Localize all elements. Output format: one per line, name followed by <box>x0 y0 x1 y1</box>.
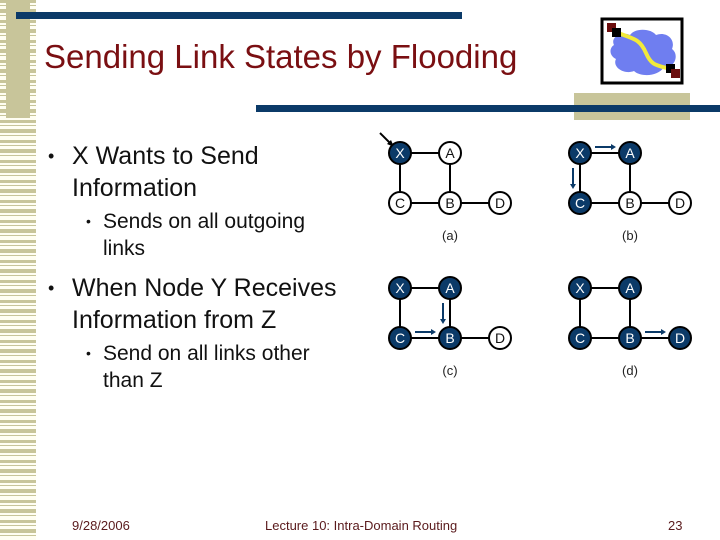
bullet-dot: • <box>86 345 91 361</box>
bullet-text-line: Information <box>72 174 198 202</box>
diagram-caption: (a) <box>442 228 458 243</box>
logo-node-a <box>612 28 621 37</box>
network-cloud-icon <box>600 17 684 85</box>
diagram-panel-c: X A C B D (c) <box>388 276 512 378</box>
sub-bullet-text-line: Sends on all outgoing <box>103 210 305 233</box>
node-label-B: B <box>625 195 634 211</box>
node-label-X: X <box>575 145 585 161</box>
node-label-D: D <box>495 330 505 346</box>
title-top-rule <box>16 12 462 19</box>
bullet-dot: • <box>48 146 55 166</box>
sub-bullet-item: • Sends on all outgoing links <box>40 208 380 262</box>
node-label-A: A <box>625 145 635 161</box>
decorative-stripe-block <box>6 2 30 118</box>
diagram-caption: (d) <box>622 363 638 378</box>
sub-bullet-text-line: links <box>103 237 146 260</box>
diagram-panel-d: X A C B D (d) <box>568 276 692 378</box>
node-label-A: A <box>445 280 455 296</box>
flood-arrowhead-X-A <box>611 144 616 150</box>
node-label-C: C <box>395 330 405 346</box>
footer-page-number: 23 <box>668 518 683 533</box>
bullet-item: • X Wants to Send Information <box>40 140 380 204</box>
bullet-text-line: Information from Z <box>72 306 277 334</box>
node-label-C: C <box>575 195 585 211</box>
slide-title: Sending Link States by Flooding <box>44 38 518 75</box>
diagram-panel-a: X A C B D (a) <box>379 132 512 243</box>
bullet-list: • X Wants to Send Information • Sends on… <box>40 140 380 394</box>
node-label-B: B <box>445 195 454 211</box>
flood-arrowhead-X-C <box>570 184 576 189</box>
diagram-caption: (c) <box>442 363 457 378</box>
node-label-D: D <box>495 195 505 211</box>
node-label-C: C <box>395 195 405 211</box>
flood-arrowhead-B-D <box>661 329 666 335</box>
node-label-A: A <box>625 280 635 296</box>
diagram-panel-b: X A C B D (b) <box>568 141 692 243</box>
title-bottom-rule <box>256 105 720 112</box>
node-label-D: D <box>675 195 685 211</box>
sub-bullet-text-line: than Z <box>103 369 163 392</box>
node-label-X: X <box>395 145 405 161</box>
bullet-text-line: When Node Y Receives <box>72 274 337 302</box>
flooding-diagram: X A C B D (a) X A C B D (b) X A C B D (c) X A C B D (d) <box>379 132 692 378</box>
sub-bullet-item: • Send on all links other than Z <box>40 340 380 394</box>
bullet-dot: • <box>86 213 91 229</box>
logo-endpoint-b <box>671 69 680 78</box>
node-label-D: D <box>675 330 685 346</box>
flood-arrowhead-C-B <box>431 329 436 335</box>
footer-course: Lecture 10: Intra-Domain Routing <box>265 518 458 533</box>
sub-bullet-text-line: Send on all links other <box>103 342 310 365</box>
diagram-caption: (b) <box>622 228 638 243</box>
node-label-X: X <box>395 280 405 296</box>
node-label-X: X <box>575 280 585 296</box>
bullet-text-line: X Wants to Send <box>72 142 259 170</box>
node-label-C: C <box>575 330 585 346</box>
bullet-item: • When Node Y Receives Information from … <box>40 272 380 336</box>
footer-date: 9/28/2006 <box>72 518 130 533</box>
bullet-dot: • <box>48 278 55 298</box>
flood-arrowhead-A-B <box>440 319 446 324</box>
node-label-A: A <box>445 145 455 161</box>
node-label-B: B <box>445 330 454 346</box>
node-label-B: B <box>625 330 634 346</box>
